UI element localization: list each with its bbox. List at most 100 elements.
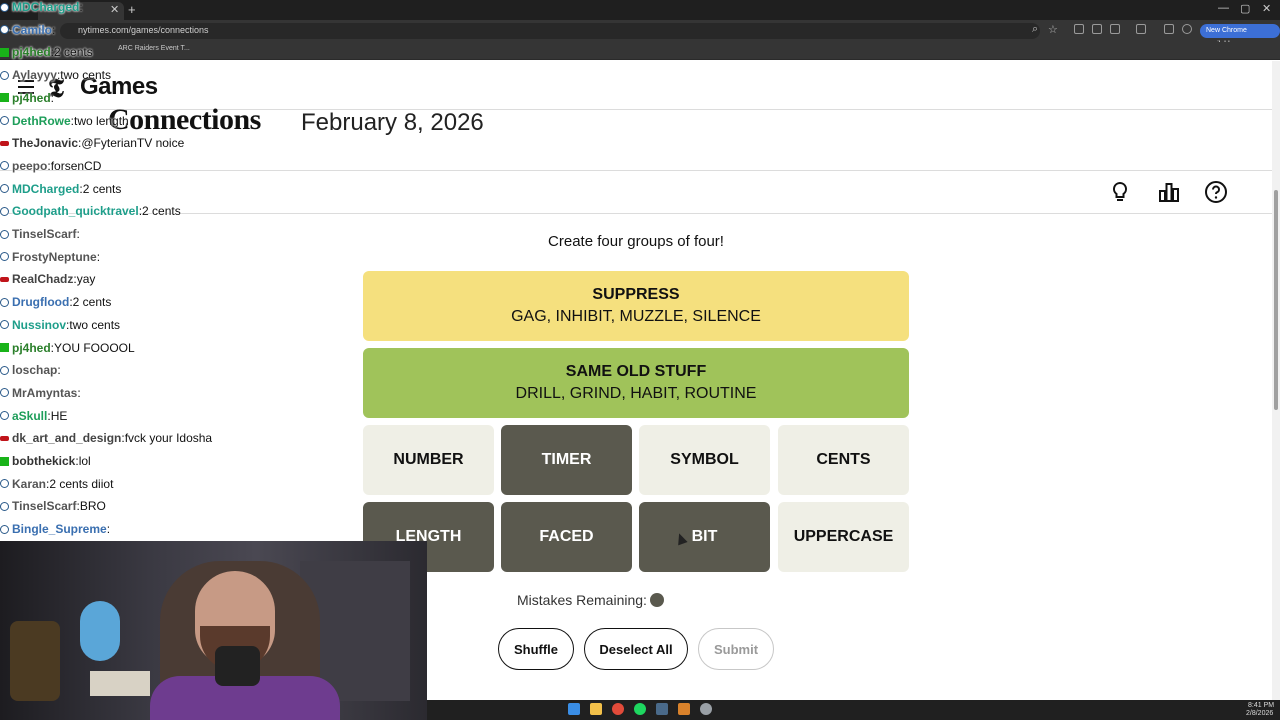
extension-icon[interactable] — [1136, 24, 1146, 34]
deselect-all-button[interactable]: Deselect All — [584, 628, 688, 670]
chat-username[interactable]: Camilo — [12, 23, 52, 37]
steam-icon[interactable] — [656, 703, 668, 715]
chat-badge-icon — [0, 70, 9, 80]
group-members: GAG, INHIBIT, MUZZLE, SILENCE — [511, 308, 761, 325]
chat-username[interactable]: pj4hed — [12, 45, 51, 59]
chat-badge-icon — [0, 320, 9, 330]
chat-username[interactable]: MDCharged — [12, 182, 79, 196]
chat-username[interactable]: Goodpath_quicktravel — [12, 204, 139, 218]
stats-chart-icon[interactable] — [1157, 180, 1181, 204]
word-tile[interactable]: CENTS — [778, 425, 909, 495]
chat-badge-icon — [0, 501, 9, 511]
chat-username[interactable]: loschap — [12, 363, 57, 377]
chat-message: MDCharged: — [0, 0, 83, 16]
chat-username[interactable]: RealChadz — [12, 272, 73, 286]
chat-message: MDCharged:2 cents — [0, 180, 121, 198]
chat-badge-icon — [0, 456, 9, 466]
chat-separator: : — [79, 0, 83, 14]
chrome-update-button[interactable]: New Chrome available — [1200, 24, 1280, 48]
game-instructions: Create four groups of four! — [548, 233, 724, 250]
clock-date[interactable]: 2/8/2026 — [1246, 710, 1273, 717]
chat-badge-icon — [0, 524, 9, 534]
chat-text: YOU FOOOOL — [54, 340, 135, 355]
chat-message: MrAmyntas: — [0, 384, 81, 402]
extension-icon[interactable] — [1164, 24, 1174, 34]
extension-icon[interactable] — [1092, 24, 1102, 34]
chat-username[interactable]: MDCharged — [12, 0, 79, 14]
hint-lightbulb-icon[interactable] — [1108, 180, 1132, 204]
chat-message: loschap: — [0, 361, 61, 379]
chat-username[interactable]: TinselScarf — [12, 227, 76, 241]
chat-text: 2 cents — [54, 45, 93, 60]
chat-username[interactable]: TinselScarf — [12, 499, 76, 513]
settings-gear-icon[interactable] — [700, 703, 712, 715]
extension-icon[interactable] — [1074, 24, 1084, 34]
chat-username[interactable]: TheJonavic — [12, 136, 78, 150]
chat-username[interactable]: Bingle_Supreme — [12, 522, 107, 536]
chat-badge-icon — [0, 276, 9, 282]
chat-username[interactable]: MrAmyntas — [12, 386, 77, 400]
chat-text: 2 cents diiot — [49, 476, 114, 491]
chat-message: aSkull: HE — [0, 407, 67, 425]
chat-separator: : — [77, 385, 81, 400]
chat-badge-icon — [0, 343, 9, 352]
windows-taskbar — [427, 700, 1280, 720]
webcam-jar — [10, 621, 60, 701]
chat-text: 2 cents — [72, 295, 112, 310]
profile-icon[interactable] — [1182, 24, 1192, 34]
chat-message: Goodpath_quicktravel:2 cents — [0, 202, 181, 220]
chat-text: fvck your Idosha — [124, 431, 213, 446]
chat-username[interactable]: Karan — [12, 477, 46, 491]
chat-badge-icon — [0, 229, 9, 239]
word-tile[interactable]: UPPERCASE — [778, 502, 909, 572]
chat-username[interactable]: Nussinov — [12, 318, 66, 332]
chat-separator: : — [52, 22, 56, 37]
clock-time[interactable]: 8:41 PM — [1248, 702, 1274, 709]
bookmark-star-icon[interactable]: ☆ — [1048, 23, 1058, 36]
stream-chat-overlay: MDCharged: Camilo: pj4hed:2 cents Aylayyy: t… — [0, 0, 300, 540]
chat-username[interactable]: pj4hed — [12, 91, 51, 105]
chat-badge-icon — [0, 47, 9, 57]
chat-text: lol — [78, 454, 91, 468]
zoom-icon[interactable]: ⌕ — [1032, 23, 1038, 36]
start-icon[interactable] — [568, 703, 580, 715]
chat-text: two length — [74, 113, 129, 128]
scrollbar-thumb[interactable] — [1274, 190, 1278, 410]
chat-username[interactable]: FrostyNeptune — [12, 250, 97, 264]
extension-icon[interactable] — [1110, 24, 1120, 34]
chat-badge-icon — [0, 140, 9, 146]
chat-message: Nussinov: two cents — [0, 316, 120, 334]
chat-username[interactable]: aSkull — [12, 409, 47, 423]
maximize-icon[interactable]: ▢ — [1240, 2, 1250, 15]
chrome-icon[interactable] — [612, 703, 624, 715]
shuffle-button[interactable]: Shuffle — [498, 628, 574, 670]
submit-button[interactable]: Submit — [698, 628, 774, 670]
chat-username[interactable]: Aylayyy — [12, 68, 57, 82]
word-tile[interactable]: TIMER — [501, 425, 632, 495]
spotify-icon[interactable] — [634, 703, 646, 715]
minimize-icon[interactable]: — — [1218, 2, 1229, 14]
chat-username[interactable]: DethRowe — [12, 114, 71, 128]
chat-username[interactable]: Drugflood — [12, 295, 69, 309]
close-window-icon[interactable]: ✕ — [1262, 2, 1271, 15]
chat-message: dk_art_and_design: fvck your Idosha — [0, 429, 212, 447]
chat-badge-icon — [0, 365, 9, 375]
app-icon[interactable] — [678, 703, 690, 715]
group-name: SAME OLD STUFF — [565, 363, 707, 380]
word-tile[interactable]: SYMBOL — [639, 425, 770, 495]
file-explorer-icon[interactable] — [590, 703, 602, 715]
chat-message: Bingle_Supreme: — [0, 520, 110, 538]
chat-text: @FyterianTV noice — [81, 136, 185, 151]
webcam-figurine — [80, 601, 120, 661]
word-tile[interactable]: NUMBER — [363, 425, 494, 495]
word-tile[interactable]: BIT — [639, 502, 770, 572]
chat-message: peepo: forsenCD — [0, 157, 101, 175]
chat-username[interactable]: pj4hed — [12, 341, 51, 355]
chat-username[interactable]: bobthekick — [12, 454, 75, 468]
chat-message: DethRowe: two length — [0, 112, 129, 130]
help-icon[interactable] — [1204, 180, 1228, 204]
chat-badge-icon — [0, 435, 9, 441]
chat-username[interactable]: dk_art_and_design — [12, 431, 121, 445]
chat-username[interactable]: peepo — [12, 159, 47, 173]
word-tile[interactable]: FACED — [501, 502, 632, 572]
